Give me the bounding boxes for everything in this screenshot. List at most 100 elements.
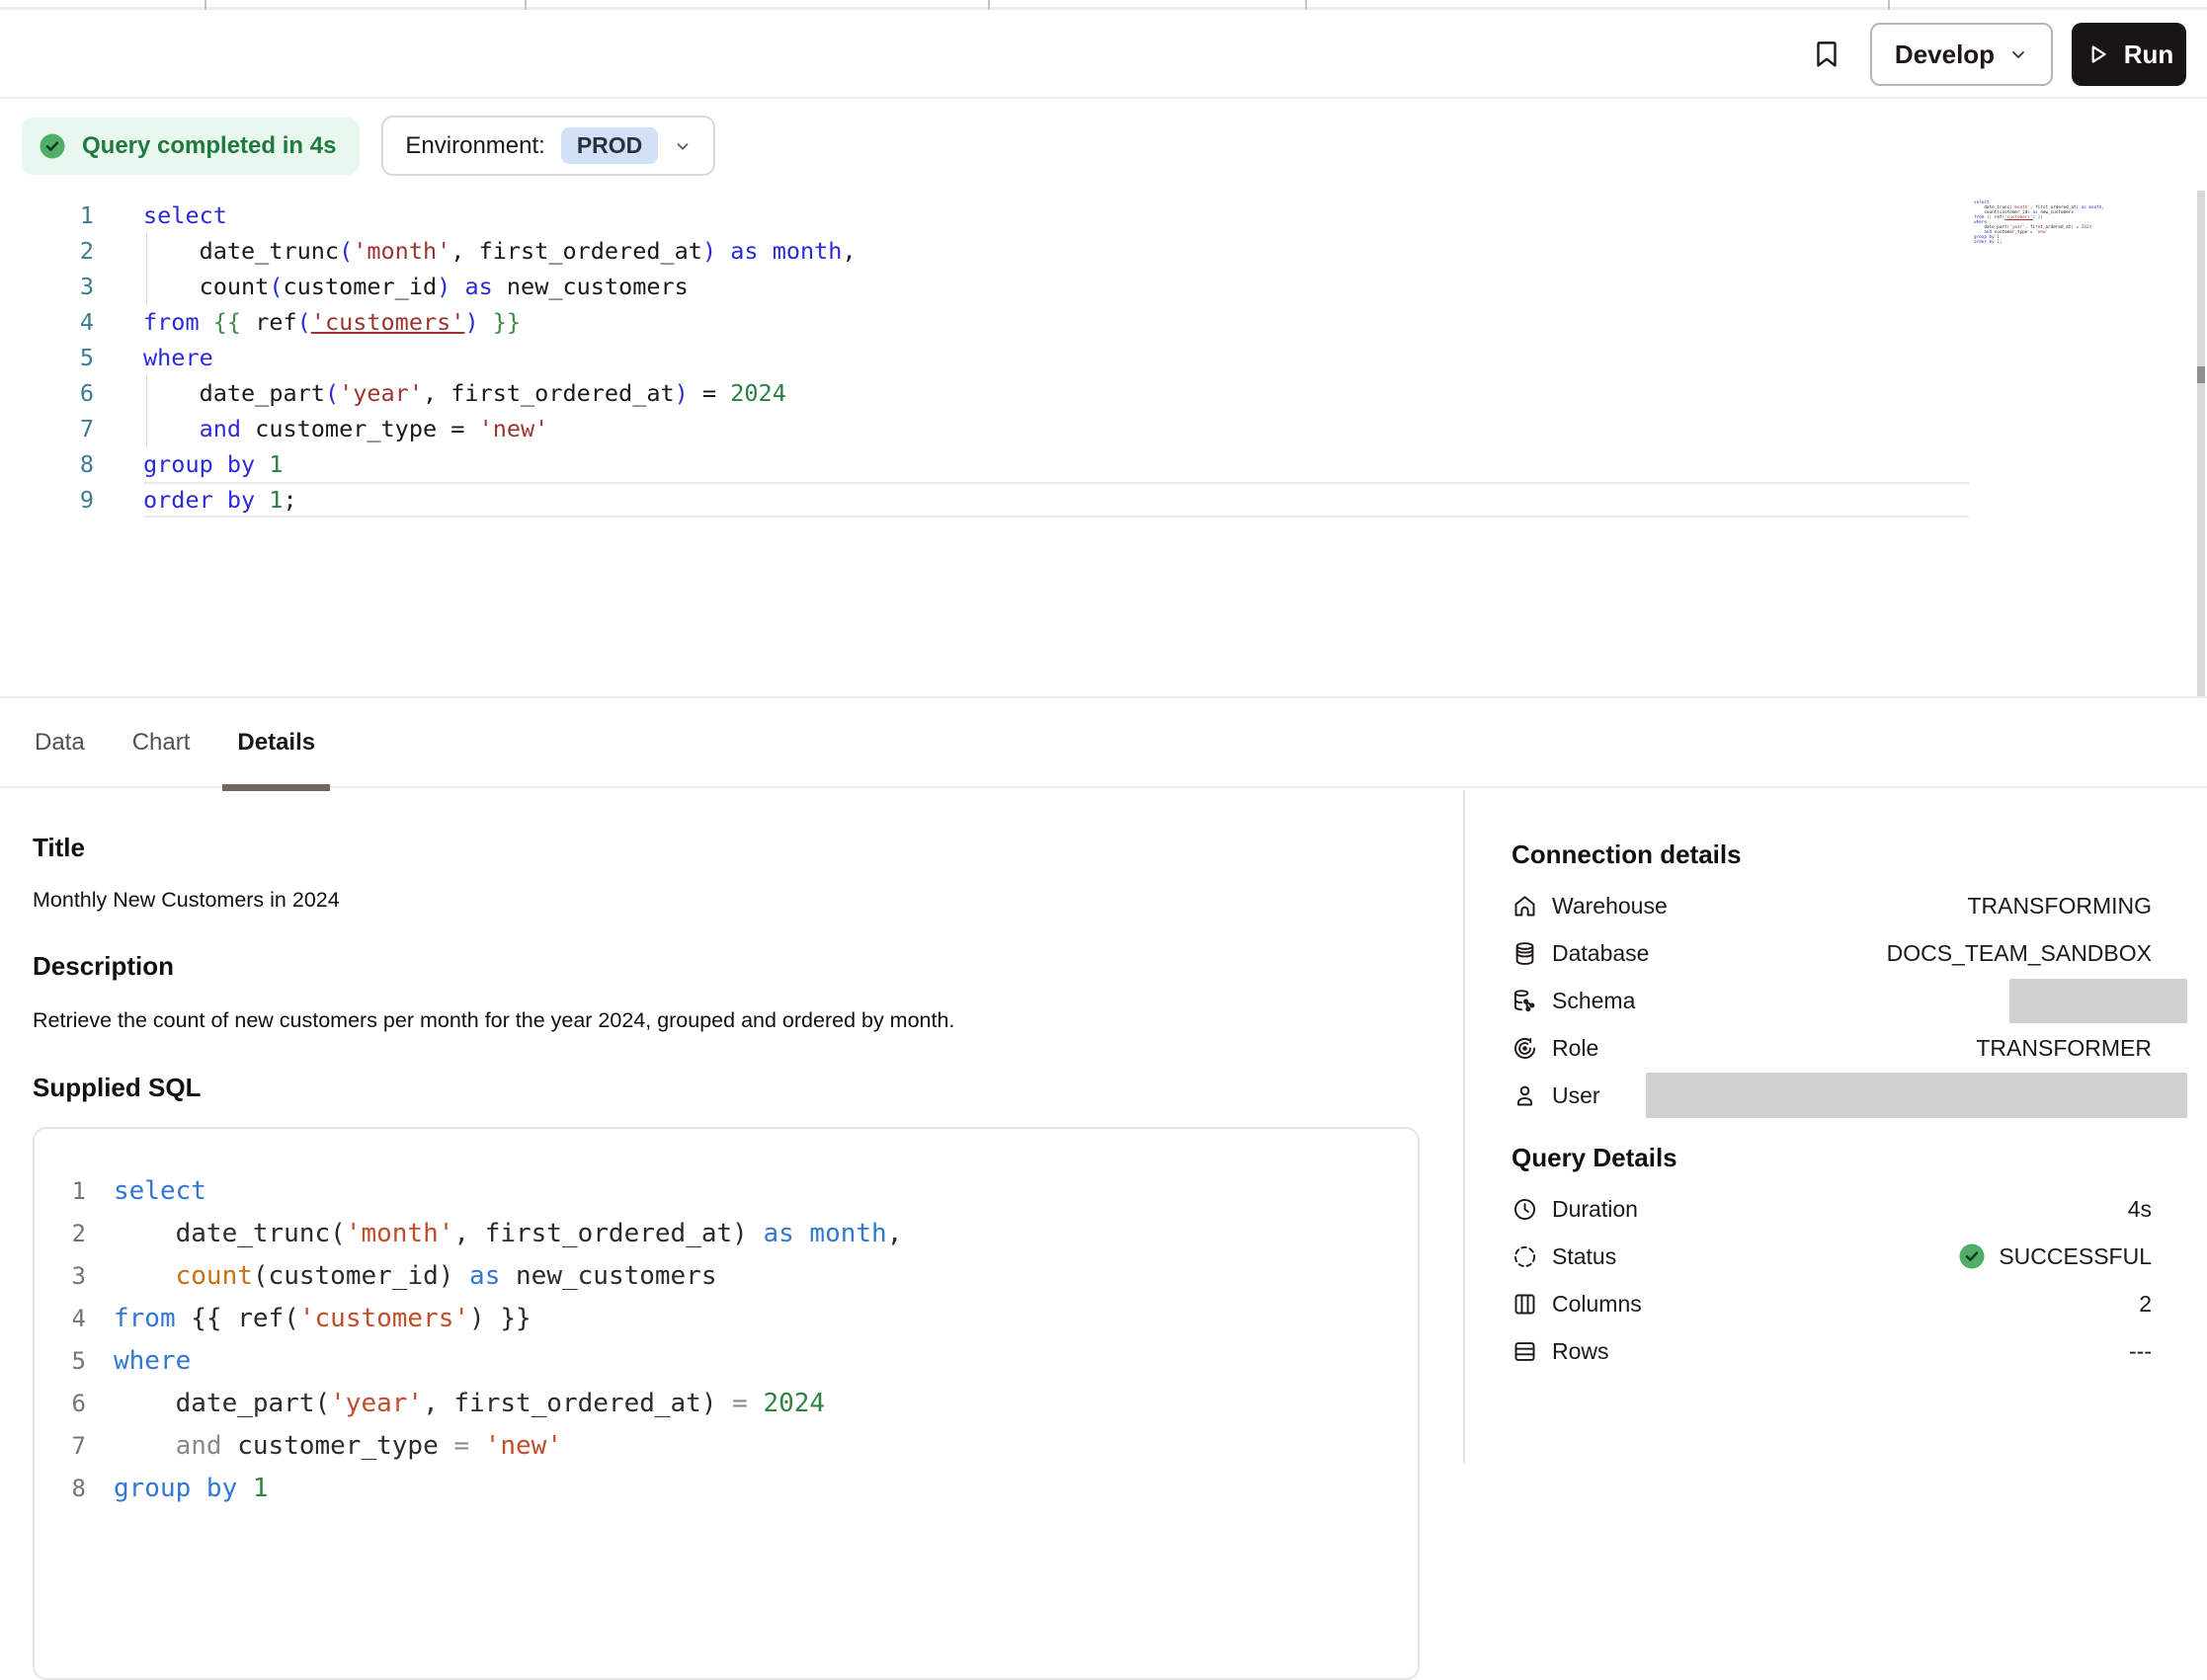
editor-line[interactable]: 7 and customer_type = 'new' — [0, 411, 2207, 446]
database-label: Database — [1552, 940, 1649, 967]
redacted-value — [1646, 1073, 2187, 1118]
sql-line: 2 date_trunc('month', first_ordered_at) … — [35, 1213, 1418, 1255]
redacted-value — [2009, 979, 2187, 1023]
bookmark-button[interactable] — [1805, 33, 1848, 76]
role-value: TRANSFORMER — [1976, 1035, 2171, 1062]
line-number: 8 — [0, 446, 94, 482]
query-details-heading: Query Details — [1512, 1143, 2171, 1173]
chevron-down-icon — [674, 137, 692, 155]
status-icon — [1512, 1243, 1538, 1270]
environment-value-pill: PROD — [561, 127, 658, 164]
database-icon — [1512, 940, 1538, 967]
query-status-badge: Query completed in 4s — [22, 118, 360, 175]
database-value: DOCS_TEAM_SANDBOX — [1887, 940, 2171, 967]
develop-button-label: Develop — [1895, 40, 1995, 70]
line-number: 8 — [35, 1468, 86, 1510]
editor-line[interactable]: 1select — [0, 198, 2207, 233]
description-heading: Description — [33, 951, 1463, 982]
line-number: 4 — [35, 1298, 86, 1340]
run-button[interactable]: Run — [2072, 23, 2186, 86]
sql-line: 7 and customer_type = 'new' — [35, 1425, 1418, 1468]
editor-line[interactable]: 9order by 1; — [0, 482, 2207, 518]
warehouse-value: TRANSFORMING — [1967, 893, 2171, 920]
status-label: Status — [1552, 1243, 1616, 1270]
schema-value — [2009, 979, 2171, 1023]
details-panel: Title Monthly New Customers in 2024 Desc… — [0, 790, 1463, 1464]
line-number: 2 — [35, 1213, 86, 1255]
duration-label: Duration — [1552, 1196, 1638, 1223]
toolbar: Develop Run — [0, 13, 2207, 99]
sql-editor[interactable]: 1select2 date_trunc('month', first_order… — [0, 198, 2207, 696]
supplied-sql-heading: Supplied SQL — [33, 1073, 1463, 1103]
environment-dropdown[interactable]: Environment: PROD — [381, 116, 715, 176]
develop-menu-button[interactable]: Develop — [1870, 23, 2053, 86]
warehouse-icon — [1512, 893, 1538, 920]
sql-line: 4from {{ ref('customers') }} — [35, 1298, 1418, 1340]
chevron-down-icon — [2008, 44, 2028, 64]
user-row: User — [1512, 1072, 2171, 1119]
line-number: 5 — [35, 1340, 86, 1383]
title-value: Monthly New Customers in 2024 — [33, 888, 1463, 913]
warehouse-label: Warehouse — [1552, 893, 1668, 920]
line-number: 1 — [35, 1170, 86, 1213]
rows-value: --- — [2129, 1338, 2171, 1365]
results-tab-bar: DataChartDetails — [0, 696, 2207, 788]
duration-value: 4s — [2128, 1196, 2171, 1223]
editor-line[interactable]: 4from {{ ref('customers') }} — [0, 304, 2207, 340]
tab-chart[interactable]: Chart — [118, 698, 205, 786]
file-tab-strip[interactable] — [0, 0, 2207, 10]
run-button-label: Run — [2124, 40, 2174, 70]
sql-line: 3 count(customer_id) as new_customers — [35, 1255, 1418, 1298]
line-number: 9 — [0, 482, 94, 518]
line-number: 1 — [0, 198, 94, 233]
columns-row: Columns2 — [1512, 1280, 2171, 1327]
role-icon — [1512, 1035, 1538, 1062]
sql-line: 5where — [35, 1340, 1418, 1383]
connection-panel: Connection details Warehouse TRANSFORMING… — [1463, 790, 2207, 1464]
tab-details[interactable]: Details — [222, 698, 330, 786]
clock-icon — [1512, 1196, 1538, 1223]
editor-line[interactable]: 2 date_trunc('month', first_ordered_at) … — [0, 233, 2207, 269]
user-icon — [1512, 1082, 1538, 1109]
line-number: 6 — [0, 375, 94, 411]
role-label: Role — [1552, 1035, 1598, 1062]
tab-data[interactable]: Data — [20, 698, 100, 786]
line-number: 6 — [35, 1383, 86, 1425]
editor-line[interactable]: 8group by 1 — [0, 446, 2207, 482]
user-label: User — [1552, 1082, 1600, 1109]
environment-label: Environment: — [405, 132, 544, 160]
rows-icon — [1512, 1338, 1538, 1365]
status-row: Query completed in 4s Environment: PROD — [22, 116, 715, 176]
database-row: Database DOCS_TEAM_SANDBOX — [1512, 929, 2171, 977]
line-number: 7 — [0, 411, 94, 446]
sql-line: 6 date_part('year', first_ordered_at) = … — [35, 1383, 1418, 1425]
supplied-sql-code-block: 1select2 date_trunc('month', first_order… — [33, 1127, 1420, 1680]
query-details-rows: Duration 4s Status SUCCESSFUL Columns2 Rows --… — [1512, 1185, 2171, 1375]
line-number: 2 — [0, 233, 94, 269]
status-value: SUCCESSFUL — [1957, 1241, 2171, 1271]
schema-row: Schema — [1512, 977, 2171, 1024]
user-value — [1646, 1073, 2171, 1118]
scrollbar-thumb[interactable] — [2197, 366, 2205, 383]
warehouse-row: Warehouse TRANSFORMING — [1512, 882, 2171, 929]
schema-icon — [1512, 988, 1538, 1014]
connection-rows: Warehouse TRANSFORMING Database DOCS_TEAM_S… — [1512, 882, 2171, 1119]
columns-icon — [1512, 1291, 1538, 1318]
editor-line[interactable]: 5where — [0, 340, 2207, 375]
play-icon — [2084, 41, 2110, 67]
title-heading: Title — [33, 833, 1463, 863]
line-number: 7 — [35, 1425, 86, 1468]
rows-label: Rows — [1552, 1338, 1609, 1365]
line-number: 3 — [0, 269, 94, 304]
rows-row: Rows --- — [1512, 1327, 2171, 1375]
connection-details-heading: Connection details — [1512, 840, 2171, 870]
editor-line[interactable]: 3 count(customer_id) as new_customers — [0, 269, 2207, 304]
editor-line[interactable]: 6 date_part('year', first_ordered_at) = … — [0, 375, 2207, 411]
line-number: 4 — [0, 304, 94, 340]
columns-label: Columns — [1552, 1291, 1642, 1318]
query-status-text: Query completed in 4s — [82, 132, 336, 160]
editor-scrollbar[interactable] — [2197, 191, 2205, 696]
check-circle-icon — [38, 131, 67, 161]
duration-row: Duration 4s — [1512, 1185, 2171, 1233]
editor-minimap[interactable]: select date_trunc('month', first_ordered… — [1974, 200, 2079, 245]
